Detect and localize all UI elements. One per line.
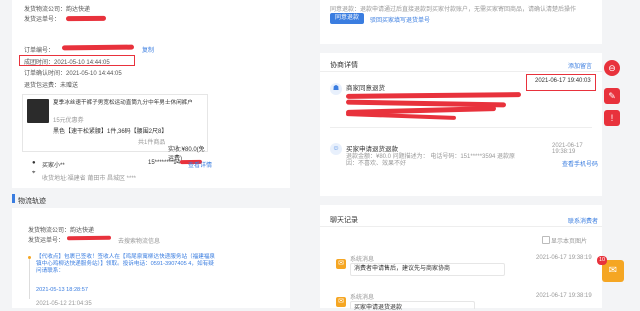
minus-icon[interactable]: ⊖ (604, 60, 620, 76)
product-qty: 共1件商品 (138, 140, 166, 146)
buyer-phone: 15********94 (148, 160, 181, 166)
agree-refund-button[interactable]: 同意退款 (330, 13, 364, 24)
warning-icon[interactable]: ! (604, 110, 620, 126)
confirm-time-value: 2021-05-10 14:44:05 (66, 71, 122, 77)
redacted-log-tracking (66, 235, 112, 241)
tracking-label: 发货运单号： (24, 17, 61, 23)
msg1-time: 2021-06-17 19:38:19 (536, 255, 592, 261)
negotiation-card: 协商详情 添加留言 ☗ 商家同意退货 2021-06-17 19:40:03 ☺… (320, 53, 602, 196)
redacted-order-number (61, 44, 135, 51)
divider-2 (330, 127, 592, 128)
product-thumbnail[interactable] (27, 99, 49, 123)
log-carrier-value: 韵达快递 (70, 228, 95, 234)
redacted-tracking (65, 15, 107, 22)
section-marker (12, 194, 15, 203)
refund-shipping: 退货包运费：未赠送 (24, 80, 78, 89)
edit-icon[interactable]: ✎ (604, 88, 620, 104)
view-phone-link[interactable]: 查看手机号码 (562, 159, 598, 168)
chat-card: 聊天记录 联系消费者 显示本页图片 ✉ 系统消息 2021-06-17 19:3… (320, 205, 602, 311)
log-tracking-label: 发货运单号： (28, 238, 65, 244)
event1-title: 商家同意退货 (346, 85, 385, 92)
badge-count: 10 (597, 256, 607, 265)
refund-notice-text: 同意退款：退款申请通过后直接退款到买家付款账户，无需买家寄回商品，请确认清楚后操… (330, 7, 577, 13)
view-detail-link[interactable]: 查看详情 (188, 160, 212, 169)
person-icon: ● (32, 160, 36, 166)
refuse-link[interactable]: 驳回买家填写退货单号 (370, 15, 430, 24)
system-message-icon: ✉ (336, 259, 346, 269)
redacted-event1-line4 (345, 112, 457, 120)
deal-time-label: 成团时间： (24, 60, 55, 66)
product-coupon: 15元优惠券 (53, 118, 84, 124)
product-spec: 黑色【速干松紧腰】1件,36码【腰围2尺8】 (53, 129, 168, 135)
merchant-icon: ☗ (330, 83, 342, 95)
refund-shipping-value: 未赠送 (60, 83, 79, 89)
event1-time: 2021-06-17 19:40:03 (535, 78, 591, 84)
log-carrier-label: 发货物流公司： (28, 228, 71, 234)
msg2-time: 2021-06-17 19:38:19 (536, 293, 592, 299)
divider (320, 71, 602, 72)
negotiation-title: 协商详情 (330, 62, 358, 69)
order-info-card: 发货物流公司：韵达快递 发货运单号： 订单编号： 复制 成团时间：2021-05… (12, 0, 290, 188)
buyer-address: 收货地址:福建省 莆田市 昌城区 **** (42, 176, 137, 182)
location-icon: ⌖ (32, 170, 36, 176)
deal-time-value: 2021-05-10 14:44:05 (54, 60, 110, 66)
show-images-label: 显示本页图片 (551, 239, 588, 245)
logistics-event-time: 2021-05-13 18:28:57 (36, 287, 88, 293)
chat-title: 聊天记录 (330, 217, 358, 224)
confirm-time: 订单确认时间：2021-05-10 14:44:05 (24, 68, 122, 77)
event2-detail: 退款金额：¥80.0 问题描述为： 电话号码：151*****3594 退款原因… (346, 154, 516, 167)
carrier-value: 韵达快递 (66, 7, 91, 13)
logistics-title: 物流轨迹 (18, 198, 46, 205)
contact-consumer-link[interactable]: 联系消费者 (568, 216, 598, 225)
copy-link[interactable]: 复制 (142, 45, 154, 54)
log-carrier: 发货物流公司：韵达快递 (28, 225, 94, 234)
deal-time: 成团时间：2021-05-10 14:44:05 (24, 57, 110, 66)
msg2-sender: 系统消息 (350, 295, 375, 301)
confirm-time-label: 订单确认时间： (24, 71, 67, 77)
add-note-link[interactable]: 添加留言 (568, 61, 592, 70)
divider-3 (320, 226, 602, 227)
show-images-checkbox[interactable] (542, 236, 550, 244)
product-title[interactable]: 夏季冰丝速干裤子男宽松运动直筒九分中年男士休闲裤户 (53, 100, 203, 107)
buyer-name: 买家小** (42, 163, 65, 169)
logistics-event: 【代收点】包裹已签收！签收人在【鸡尾泉寓柳达快递服务站（福建福泉镇中心鸡柳达快递… (36, 254, 216, 274)
product-box: 夏季冰丝速干裤子男宽松运动直筒九分中年男士休闲裤户 15元优惠券 黑色【速干松紧… (22, 94, 208, 162)
system-message-icon-2: ✉ (336, 297, 346, 307)
event2-time: 2021-06-17 19:38:19 (552, 143, 583, 155)
order-number-label: 订单编号： (24, 48, 55, 54)
buyer-icon: ☺ (330, 143, 342, 155)
redacted-event1-line1 (345, 92, 522, 99)
refund-notice-card: 同意退款：退款申请通过后直接退款到买家付款账户，无需买家寄回商品，请确认清楚后操… (320, 0, 602, 44)
msg1-bubble: 消费者申请售后，建议先与商家协商 (350, 263, 505, 276)
timeline-line (29, 259, 30, 299)
logistics-event-time-2: 2021-05-12 21:04:35 (36, 301, 92, 307)
carrier-label-text: 发货物流公司： (24, 7, 67, 13)
query-logistics-link[interactable]: 去搜索物流信息 (118, 236, 160, 245)
refund-shipping-label: 退货包运费： (24, 83, 61, 89)
event2-title: 买家申请退货退款 (346, 146, 398, 153)
logistics-card: 发货物流公司：韵达快递 发货运单号： 去搜索物流信息 【代收点】包裹已签收！签收… (12, 208, 290, 308)
carrier-label: 发货物流公司：韵达快递 (24, 4, 90, 13)
msg1-sender: 系统消息 (350, 257, 375, 263)
